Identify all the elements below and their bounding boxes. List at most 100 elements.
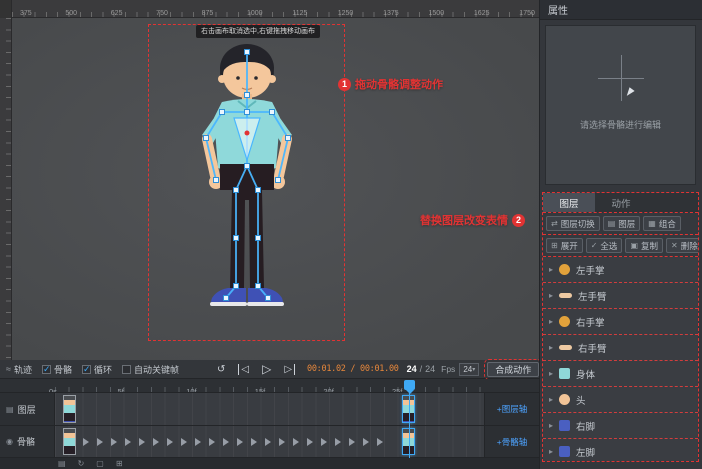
layer-item-body[interactable]: ▸ 身体 xyxy=(543,361,698,387)
layer-track-text: 图层 xyxy=(18,403,36,416)
bones-checkbox[interactable]: 骨骼 xyxy=(42,363,72,376)
annotation-swap-layer: 替换图层改变表情 2 xyxy=(420,212,525,228)
keyframe-arrow[interactable] xyxy=(377,438,383,446)
step-back-button[interactable]: ◁ xyxy=(238,364,249,375)
group-icon: ▦ xyxy=(648,219,656,228)
layer-item-left-hand[interactable]: ▸ 左手掌 xyxy=(543,257,698,283)
keyframe-arrow[interactable] xyxy=(97,438,103,446)
keyframe-arrow[interactable] xyxy=(195,438,201,446)
group-button[interactable]: ▦ 组合 xyxy=(643,216,681,231)
fps-dropdown[interactable]: 24 ▾ xyxy=(459,363,479,376)
layer-item-right-arm[interactable]: ▸ 右手臂 xyxy=(543,335,698,361)
play-button[interactable]: ▷ xyxy=(262,362,271,376)
keyframe-arrow[interactable] xyxy=(293,438,299,446)
keyframe-arrow[interactable] xyxy=(349,438,355,446)
keyframe-arrow[interactable] xyxy=(307,438,313,446)
add-bone-track-button[interactable]: +骨骼轴 xyxy=(484,426,539,457)
layer-item-left-arm[interactable]: ▸ 左手臂 xyxy=(543,283,698,309)
keyframe-arrow[interactable] xyxy=(265,438,271,446)
layer-item-left-foot[interactable]: ▸ 左脚 xyxy=(543,439,698,462)
keyframe-arrow[interactable] xyxy=(237,438,243,446)
keyframe-arrow[interactable] xyxy=(167,438,173,446)
keyframe-arrow[interactable] xyxy=(321,438,327,446)
annotation-text-1: 拖动骨骼调整动作 xyxy=(355,76,443,92)
layer-track-row: ▤ 图层 +图层轴 xyxy=(0,393,539,426)
chevron-right-icon[interactable]: ▸ xyxy=(549,265,553,274)
playhead-handle[interactable] xyxy=(404,380,415,390)
layers-small-icon[interactable]: ▤ xyxy=(58,459,66,468)
chevron-right-icon[interactable]: ▸ xyxy=(549,447,553,456)
keyframe-arrow[interactable] xyxy=(139,438,145,446)
keyframe-arrow[interactable] xyxy=(181,438,187,446)
timeline-toolbar: ≈ 轨迹 骨骼 循环 自动关键帧 ↺ ◁ ▷ ▷ 00:01.02 / 00:0 xyxy=(0,360,539,379)
head-icon xyxy=(559,394,570,405)
canvas-hint-tooltip: 右击画布取消选中,右键拖拽移动画布 xyxy=(196,25,320,38)
fps-value: 24 xyxy=(463,365,472,374)
left-arm-icon xyxy=(559,293,572,298)
copy-icon: ▣ xyxy=(630,241,638,250)
layer-item-right-hand[interactable]: ▸ 右手掌 xyxy=(543,309,698,335)
add-layer-track-button[interactable]: +图层轴 xyxy=(484,393,539,425)
bone-keyframe-thumbnail[interactable] xyxy=(63,428,76,455)
layer-keyframe-thumbnail[interactable] xyxy=(63,395,76,423)
frame-total: 24 xyxy=(425,364,435,374)
chevron-right-icon[interactable]: ▸ xyxy=(549,395,553,404)
layer-track-label[interactable]: ▤ 图层 xyxy=(0,393,55,425)
keyframe-arrow[interactable] xyxy=(209,438,215,446)
chevron-right-icon[interactable]: ▸ xyxy=(549,317,553,326)
layer-track-area[interactable] xyxy=(55,393,484,425)
left-hand-icon xyxy=(559,264,570,275)
bone-track-row: ◉ 骨骼 +骨骼轴 xyxy=(0,426,539,458)
chevron-right-icon[interactable]: ▸ xyxy=(549,343,553,352)
keyframe-arrow[interactable] xyxy=(125,438,131,446)
annotation-badge-1: 1 xyxy=(338,78,351,91)
switch-layer-button[interactable]: ⇄ 图层切换 xyxy=(546,216,600,231)
refresh-icon[interactable]: ↻ xyxy=(78,459,85,468)
keyframe-arrow[interactable] xyxy=(153,438,159,446)
frame-box-icon[interactable]: ▢ xyxy=(96,459,104,468)
chevron-right-icon[interactable]: ▸ xyxy=(549,369,553,378)
keyframe-arrow[interactable] xyxy=(83,438,89,446)
layer-item-head[interactable]: ▸ 头 xyxy=(543,387,698,413)
chevron-right-icon[interactable]: ▸ xyxy=(549,421,553,430)
chevron-right-icon[interactable]: ▸ xyxy=(549,291,553,300)
select-all-button[interactable]: ✓ 全选 xyxy=(586,238,623,253)
rewind-button[interactable]: ↺ xyxy=(217,364,225,375)
tab-layers[interactable]: 图层 xyxy=(543,193,595,212)
bone-track-area[interactable] xyxy=(55,426,484,457)
frame-current: 24 xyxy=(407,364,417,374)
keyframe-arrow[interactable] xyxy=(251,438,257,446)
character-figure[interactable] xyxy=(150,38,345,338)
track-toggle[interactable]: ≈ 轨迹 xyxy=(6,363,32,376)
check-icon: ✓ xyxy=(591,241,598,250)
frame-labels: 0s5f10f15f20f25f xyxy=(49,381,461,393)
step-forward-button[interactable]: ▷ xyxy=(284,364,295,375)
delete-button[interactable]: ✕ 删除 xyxy=(666,238,699,253)
bone-track-label[interactable]: ◉ 骨骼 xyxy=(0,426,55,457)
stage-canvas[interactable]: 右击画布取消选中,右键拖拽移动画布 xyxy=(0,18,539,360)
expand-button[interactable]: ⊞ 展开 xyxy=(546,238,583,253)
compose-action-button[interactable]: 合成动作 xyxy=(487,362,539,377)
checkbox-icon xyxy=(82,365,91,374)
checkbox-icon xyxy=(42,365,51,374)
horizontal-ruler: 3755006257508751000112512501375150016251… xyxy=(0,0,539,18)
vertical-ruler xyxy=(0,18,12,360)
trajectory-icon: ≈ xyxy=(6,364,11,374)
timeline-ruler[interactable]: 0s5f10f15f20f25f xyxy=(0,379,539,393)
bones-checkbox-label: 骨骼 xyxy=(54,363,72,376)
keyframe-arrow[interactable] xyxy=(363,438,369,446)
keyframe-arrow[interactable] xyxy=(335,438,341,446)
copy-button[interactable]: ▣ 复制 xyxy=(625,238,663,253)
autokey-checkbox[interactable]: 自动关键帧 xyxy=(122,363,179,376)
tab-actions[interactable]: 动作 xyxy=(595,193,647,212)
keyframe-arrow[interactable] xyxy=(223,438,229,446)
layer-icon: ▤ xyxy=(608,219,616,228)
layer-item-right-foot[interactable]: ▸ 右脚 xyxy=(543,413,698,439)
keyframe-arrow[interactable] xyxy=(111,438,117,446)
annotation-text-2: 替换图层改变表情 xyxy=(420,212,508,228)
delete-icon: ✕ xyxy=(671,241,678,250)
layer-button[interactable]: ▤ 图层 xyxy=(603,216,641,231)
grid-icon[interactable]: ⊞ xyxy=(116,459,123,468)
keyframe-arrow[interactable] xyxy=(279,438,285,446)
loop-checkbox[interactable]: 循环 xyxy=(82,363,112,376)
